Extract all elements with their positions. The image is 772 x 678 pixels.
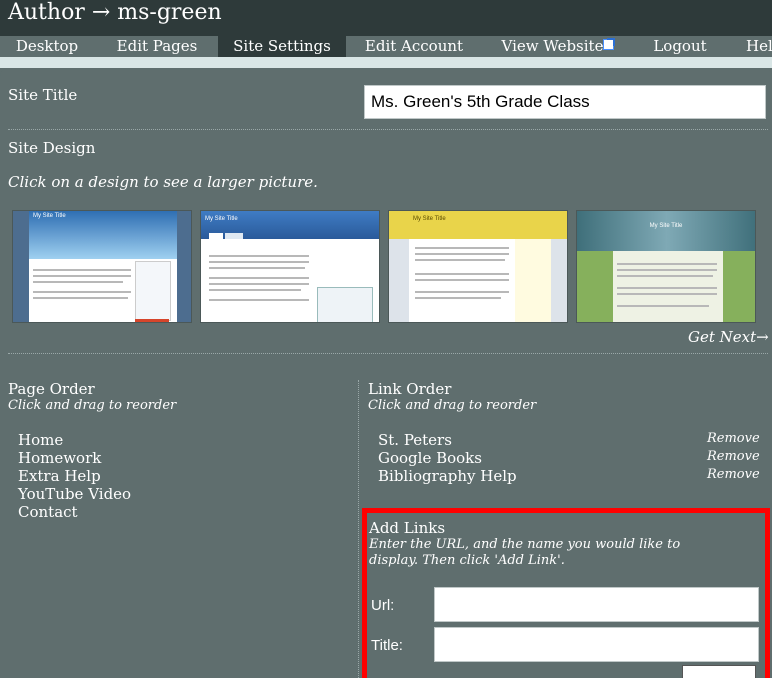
page-title: Author → ms-green	[8, 0, 222, 25]
add-link-button[interactable]	[682, 665, 756, 678]
link-item[interactable]: Google Books	[378, 449, 482, 467]
tab-desktop[interactable]: Desktop	[0, 36, 94, 57]
page-item[interactable]: Homework	[18, 449, 101, 467]
thumb-title: My Site Title	[413, 216, 446, 222]
tab-view-website-label: View Website	[501, 37, 604, 55]
thumb-title: My Site Title	[649, 223, 683, 229]
get-next-link[interactable]: Get Next→	[688, 328, 769, 346]
design-thumbnail-4[interactable]: My Site Title	[576, 210, 756, 323]
thumb-sidebar	[135, 261, 171, 321]
divider	[8, 353, 768, 354]
remove-link-button[interactable]: Remove	[707, 449, 760, 464]
tab-view-website[interactable]: View Website	[496, 36, 620, 57]
tab-edit-pages[interactable]: Edit Pages	[104, 36, 210, 57]
add-links-hint-line2: display. Then click 'Add Link'.	[369, 553, 565, 568]
add-links-hint-line1: Enter the URL, and the name you would li…	[369, 537, 681, 552]
thumb-banner	[577, 211, 755, 251]
link-order-hint: Click and drag to reorder	[368, 398, 537, 413]
link-item[interactable]: St. Peters	[378, 431, 452, 449]
thumb-title: My Site Title	[33, 213, 66, 219]
divider	[8, 129, 768, 130]
design-thumbnail-1[interactable]: My Site Title	[12, 210, 192, 323]
title-input[interactable]	[434, 627, 759, 662]
main-nav: Desktop Edit Pages Site Settings Edit Ac…	[0, 36, 772, 57]
tab-logout[interactable]: Logout	[646, 36, 714, 57]
link-item[interactable]: Bibliography Help	[378, 467, 517, 485]
tab-help[interactable]: Help	[746, 36, 772, 57]
page-order-title: Page Order	[8, 380, 95, 398]
design-thumbnail-2[interactable]: My Site Title	[200, 210, 380, 323]
page-item[interactable]: Home	[18, 431, 63, 449]
title-label: Title:	[371, 637, 403, 654]
nav-underline-band	[0, 57, 772, 68]
remove-link-button[interactable]: Remove	[707, 467, 760, 482]
page-item[interactable]: Extra Help	[18, 467, 101, 485]
tab-edit-account[interactable]: Edit Account	[356, 36, 472, 57]
site-design-hint: Click on a design to see a larger pictur…	[8, 173, 318, 191]
column-divider	[358, 380, 359, 678]
add-links-title: Add Links	[369, 519, 446, 537]
design-thumbnail-3[interactable]: My Site Title	[388, 210, 568, 323]
thumb-title: My Site Title	[205, 216, 238, 222]
remove-link-button[interactable]: Remove	[707, 431, 760, 446]
site-title-input[interactable]: Ms. Green's 5th Grade Class	[364, 85, 766, 119]
page-item[interactable]: Contact	[18, 503, 78, 521]
top-header: Author → ms-green	[0, 0, 772, 36]
page-order-hint: Click and drag to reorder	[8, 398, 177, 413]
site-title-label: Site Title	[8, 86, 78, 104]
url-input[interactable]	[434, 587, 759, 622]
page-item[interactable]: YouTube Video	[18, 485, 131, 503]
tab-site-settings[interactable]: Site Settings	[218, 36, 346, 57]
link-order-title: Link Order	[368, 380, 452, 398]
external-link-icon	[603, 38, 616, 50]
url-label: Url:	[371, 597, 395, 614]
site-design-label: Site Design	[8, 139, 96, 157]
